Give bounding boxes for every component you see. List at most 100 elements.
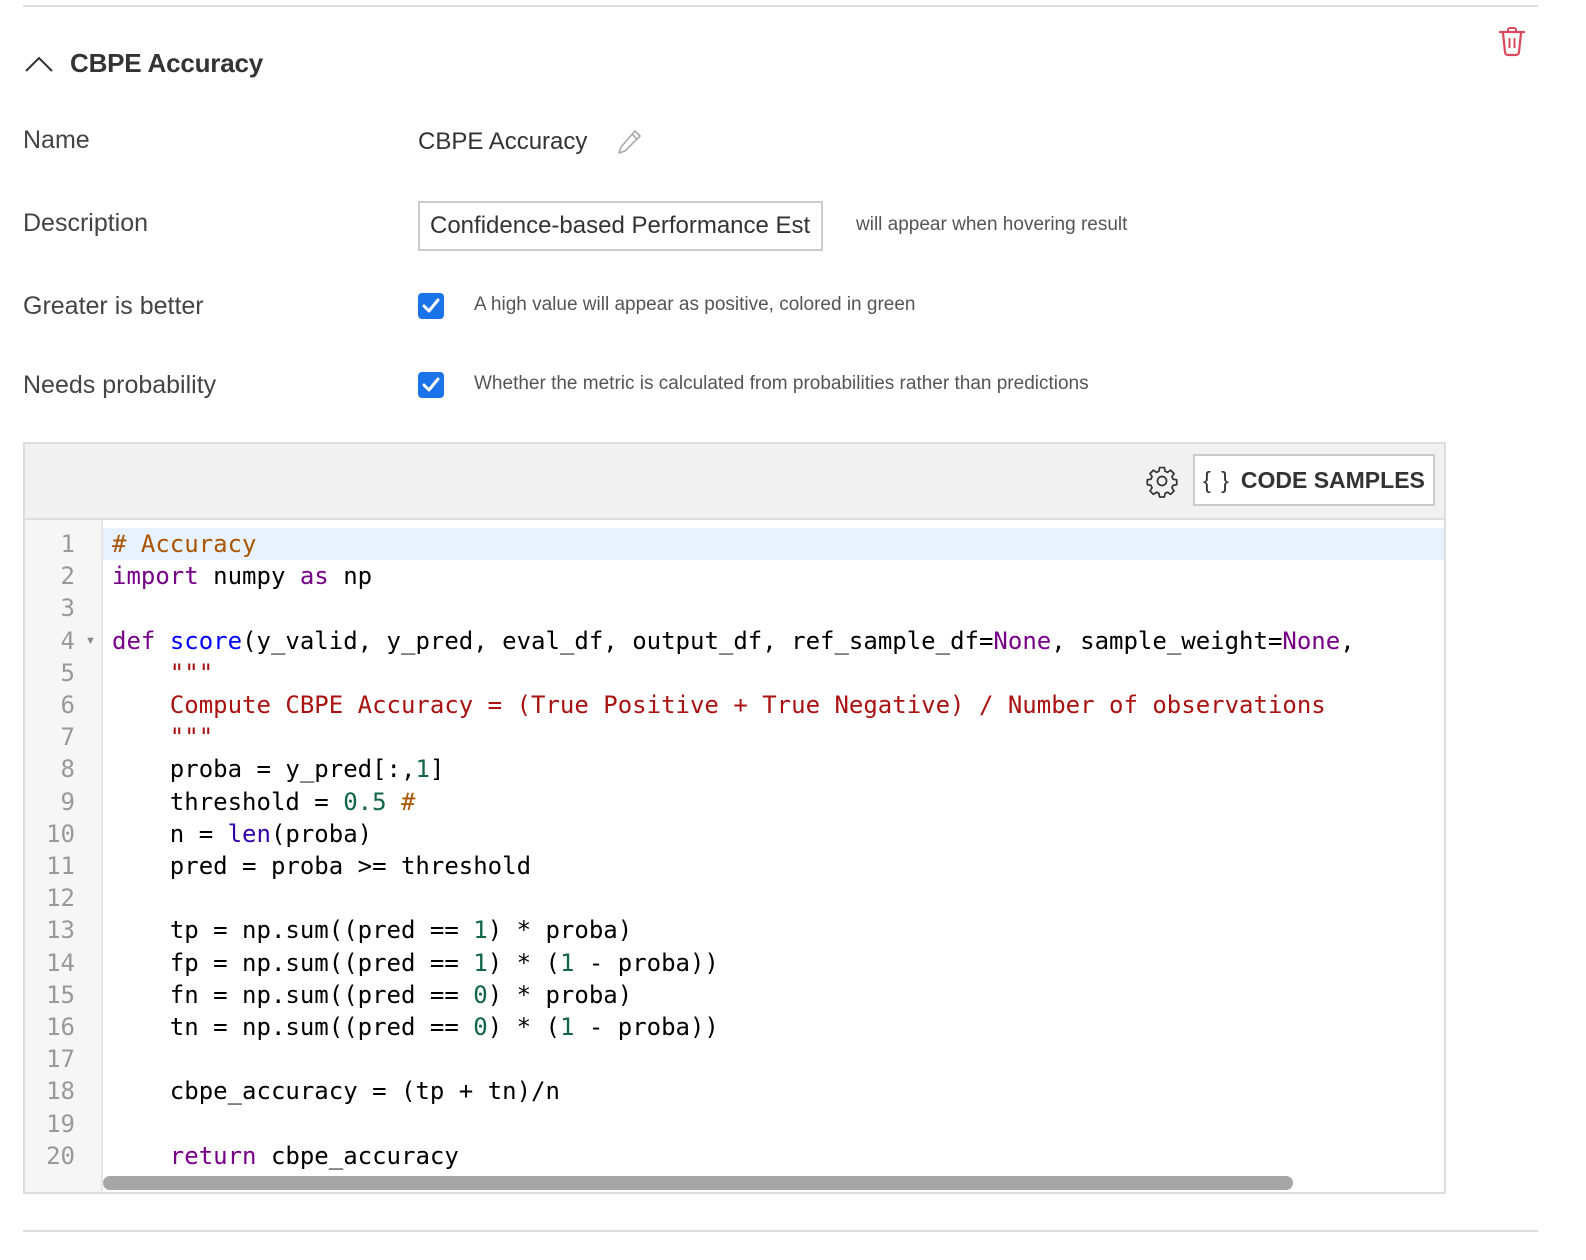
code-token-plain: ) * proba) (487, 980, 633, 1009)
code-line[interactable]: n = len(proba) (103, 818, 1444, 850)
code-line[interactable]: """ (103, 721, 1444, 753)
code-token-plain: ) * proba) (487, 916, 633, 945)
section-header-toggle[interactable]: CBPE Accuracy (22, 48, 263, 79)
name-text: CBPE Accuracy (418, 128, 588, 155)
greater-is-better-label: Greater is better (23, 292, 204, 320)
code-line[interactable]: threshold = 0.5 # (103, 786, 1444, 818)
code-line[interactable]: Compute CBPE Accuracy = (True Positive +… (103, 689, 1444, 721)
braces-icon: { } (1203, 466, 1231, 493)
code-token-keyword: def (112, 626, 156, 655)
chevron-up-icon[interactable] (22, 49, 56, 79)
description-input[interactable] (418, 201, 823, 251)
code-line[interactable]: return cbpe_accuracy (103, 1140, 1444, 1172)
checkmark-icon (422, 377, 440, 392)
code-token-keyword: as (299, 562, 329, 591)
code-token-number: 0.5 (343, 787, 387, 816)
code-token-number: 1 (473, 948, 488, 977)
line-number: 9 (60, 787, 75, 816)
code-token-plain: numpy (198, 562, 300, 591)
line-number: 17 (46, 1045, 75, 1074)
code-token-number: 1 (559, 948, 575, 977)
code-line[interactable]: """ (103, 657, 1444, 689)
line-number: 18 (46, 1077, 75, 1106)
code-token-number: 1 (415, 755, 430, 784)
line-number: 7 (60, 723, 75, 752)
code-token-plain: cbpe_accuracy (256, 1141, 459, 1170)
code-token-plain: ) * ( (487, 1013, 560, 1041)
code-token-string: Compute CBPE Accuracy = (True Positive +… (169, 691, 1326, 719)
code-token-plain: fp = np.sum((pred == (112, 948, 474, 977)
code-token-plain: tp = np.sum((pred == (112, 916, 474, 945)
code-line-text: """ (112, 721, 213, 753)
code-line-text: threshold = 0.5 # (112, 786, 416, 818)
code-editor[interactable]: { } CODE SAMPLES 1 2 3 4 ▼ 5 6 7 8 9 10 11 12 13 14 15 1… (23, 442, 1446, 1194)
code-token-keyword: None (993, 626, 1052, 655)
code-line[interactable]: # Accuracy (103, 528, 1444, 560)
code-area[interactable]: # Accuracy import numpy as np def score(y_… (103, 520, 1444, 1192)
gear-icon[interactable] (1145, 464, 1179, 498)
greater-is-better-hint: A high value will appear as positive, co… (474, 294, 916, 315)
code-token-plain: threshold = (112, 787, 344, 816)
code-token-def: score (169, 626, 243, 655)
code-line-text: proba = y_pred[:,1] (112, 753, 445, 785)
line-number: 12 (46, 884, 75, 913)
code-line-text: Compute CBPE Accuracy = (True Positive +… (112, 689, 1326, 721)
code-line[interactable]: fp = np.sum((pred == 1) * (1 - proba)) (103, 947, 1444, 979)
line-number: 11 (46, 852, 75, 880)
code-line-text: tn = np.sum((pred == 0) * (1 - proba)) (112, 1011, 719, 1043)
line-number: 13 (46, 916, 75, 945)
code-line-text: fp = np.sum((pred == 1) * (1 - proba)) (112, 947, 719, 979)
code-token-plain: (y_valid, y_pred, eval_df, output_df, re… (242, 626, 994, 655)
fold-arrow-icon[interactable]: ▼ (85, 625, 96, 657)
code-line-text: cbpe_accuracy = (tp + tn)/n (112, 1075, 560, 1107)
trash-icon[interactable] (1496, 26, 1528, 58)
code-token-plain: ] (429, 755, 445, 784)
section-title: CBPE Accuracy (70, 48, 263, 78)
code-line-text: def score(y_valid, y_pred, eval_df, outp… (112, 625, 1355, 657)
code-line[interactable]: import numpy as np (103, 560, 1444, 592)
line-number: 15 (46, 980, 75, 1009)
code-line[interactable] (103, 592, 1444, 624)
code-line-text: tp = np.sum((pred == 1) * proba) (112, 914, 632, 946)
line-number: 16 (46, 1013, 75, 1041)
code-line[interactable]: fn = np.sum((pred == 0) * proba) (103, 979, 1444, 1011)
code-line[interactable]: tn = np.sum((pred == 0) * (1 - proba)) (103, 1011, 1444, 1043)
line-number: 4 (60, 626, 75, 655)
name-label: Name (23, 126, 90, 154)
code-token-plain: cbpe_accuracy = (tp + tn)/n (112, 1077, 560, 1106)
code-line-text: n = len(proba) (112, 818, 372, 850)
code-token-comment: # Accuracy (112, 530, 257, 558)
code-line-text: # Accuracy (112, 528, 257, 560)
code-line[interactable]: cbpe_accuracy = (tp + tn)/n (103, 1075, 1444, 1107)
code-token-number: 0 (473, 980, 488, 1009)
code-token-string: """ (169, 658, 214, 687)
horizontal-scrollbar[interactable] (103, 1176, 1293, 1190)
code-token-builtin: len (227, 819, 271, 848)
checkmark-icon (422, 298, 440, 313)
needs-probability-checkbox[interactable] (418, 372, 444, 398)
description-hint: will appear when hovering result (856, 214, 1128, 235)
line-number: 2 (60, 562, 75, 591)
code-line[interactable]: pred = proba >= threshold (103, 850, 1444, 882)
code-line[interactable]: tp = np.sum((pred == 1) * proba) (103, 914, 1444, 946)
code-line[interactable] (103, 1043, 1444, 1075)
line-number: 5 (60, 658, 75, 687)
code-line[interactable] (103, 882, 1444, 914)
code-token-plain: fn = np.sum((pred == (112, 980, 474, 1009)
code-line[interactable]: def score(y_valid, y_pred, eval_df, outp… (103, 625, 1444, 657)
code-line[interactable] (103, 1108, 1444, 1140)
line-number: 20 (46, 1141, 75, 1170)
code-token-string: """ (169, 723, 214, 752)
code-token-plain: - proba)) (574, 948, 719, 977)
code-token-number: 1 (559, 1013, 575, 1041)
line-number: 8 (60, 755, 75, 784)
pencil-icon[interactable] (615, 128, 643, 156)
editor-toolbar: { } CODE SAMPLES (25, 444, 1444, 520)
code-line-text: """ (112, 657, 213, 689)
code-samples-button[interactable]: { } CODE SAMPLES (1193, 454, 1435, 506)
greater-is-better-checkbox[interactable] (418, 293, 444, 319)
code-line[interactable]: proba = y_pred[:,1] (103, 753, 1444, 785)
